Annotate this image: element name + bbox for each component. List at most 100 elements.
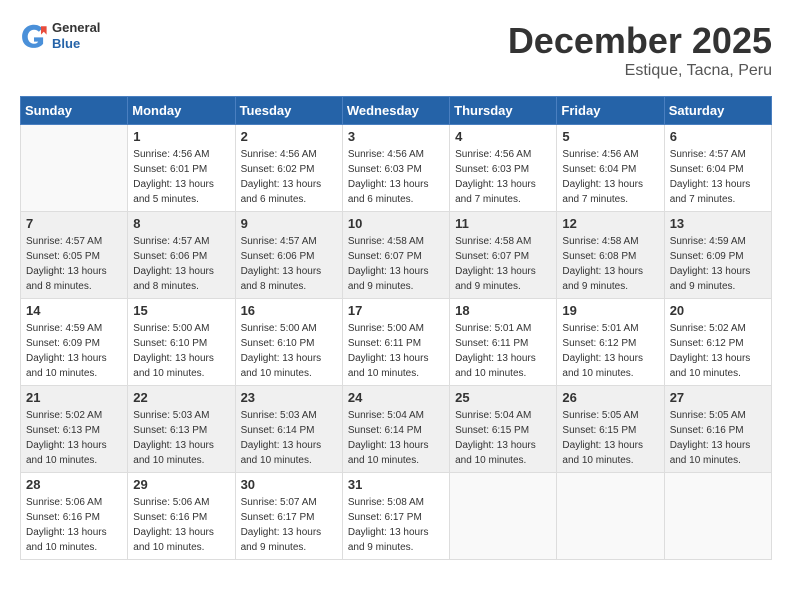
table-row: 12 Sunrise: 4:58 AMSunset: 6:08 PMDayligh… (557, 212, 664, 299)
day-number: 3 (348, 129, 444, 144)
calendar-week-row: 1 Sunrise: 4:56 AMSunset: 6:01 PMDaylight… (21, 125, 772, 212)
table-row: 13 Sunrise: 4:59 AMSunset: 6:09 PMDayligh… (664, 212, 771, 299)
day-info: Sunrise: 5:07 AMSunset: 6:17 PMDaylight:… (241, 495, 337, 555)
day-info: Sunrise: 5:00 AMSunset: 6:11 PMDaylight:… (348, 321, 444, 381)
day-info: Sunrise: 4:57 AMSunset: 6:04 PMDaylight:… (670, 147, 766, 207)
table-row: 4 Sunrise: 4:56 AMSunset: 6:03 PMDaylight… (450, 125, 557, 212)
day-info: Sunrise: 5:04 AMSunset: 6:14 PMDaylight:… (348, 408, 444, 468)
table-row: 23Sunrise: 5:03 AMSunset: 6:14 PMDayligh… (235, 386, 342, 473)
day-info: Sunrise: 4:57 AMSunset: 6:05 PMDaylight:… (26, 234, 122, 294)
day-info: Sunrise: 5:08 AMSunset: 6:17 PMDaylight:… (348, 495, 444, 555)
day-info: Sunrise: 4:57 AMSunset: 6:06 PMDaylight:… (133, 234, 229, 294)
table-row: 30 Sunrise: 5:07 AMSunset: 6:17 PMDayligh… (235, 473, 342, 560)
day-info: Sunrise: 4:56 AMSunset: 6:04 PMDaylight:… (562, 147, 658, 207)
day-number: 21 (26, 390, 122, 405)
day-info: Sunrise: 5:01 AMSunset: 6:12 PMDaylight:… (562, 321, 658, 381)
weekday-header-tuesday: Tuesday (235, 97, 342, 125)
day-info: Sunrise: 5:00 AMSunset: 6:10 PMDaylight:… (241, 321, 337, 381)
calendar-table: SundayMondayTuesdayWednesdayThursdayFrid… (20, 96, 772, 560)
day-number: 15 (133, 303, 229, 318)
weekday-header-sunday: Sunday (21, 97, 128, 125)
table-row: 14 Sunrise: 4:59 AMSunset: 6:09 PMDayligh… (21, 299, 128, 386)
day-number: 18 (455, 303, 551, 318)
table-row: 25 Sunrise: 5:04 AMSunset: 6:15 PMDayligh… (450, 386, 557, 473)
table-row (664, 473, 771, 560)
table-row: 31 Sunrise: 5:08 AMSunset: 6:17 PMDayligh… (342, 473, 449, 560)
day-number: 20 (670, 303, 766, 318)
day-info: Sunrise: 5:03 AMSunset: 6:14 PMDaylight:… (241, 408, 337, 468)
table-row: 10 Sunrise: 4:58 AMSunset: 6:07 PMDayligh… (342, 212, 449, 299)
calendar-week-row: 21 Sunrise: 5:02 AMSunset: 6:13 PMDayligh… (21, 386, 772, 473)
weekday-header-thursday: Thursday (450, 97, 557, 125)
weekday-header-friday: Friday (557, 97, 664, 125)
calendar-week-row: 28 Sunrise: 5:06 AMSunset: 6:16 PMDayligh… (21, 473, 772, 560)
day-info: Sunrise: 4:59 AMSunset: 6:09 PMDaylight:… (26, 321, 122, 381)
day-number: 27 (670, 390, 766, 405)
day-number: 26 (562, 390, 658, 405)
day-info: Sunrise: 5:02 AMSunset: 6:13 PMDaylight:… (26, 408, 122, 468)
table-row: 7 Sunrise: 4:57 AMSunset: 6:05 PMDaylight… (21, 212, 128, 299)
title-block: December 2025 Estique, Tacna, Peru (508, 20, 772, 80)
day-number: 25 (455, 390, 551, 405)
page-header: General Blue December 2025 Estique, Tacn… (20, 20, 772, 80)
day-number: 28 (26, 477, 122, 492)
day-number: 19 (562, 303, 658, 318)
day-number: 2 (241, 129, 337, 144)
day-number: 30 (241, 477, 337, 492)
table-row: 1 Sunrise: 4:56 AMSunset: 6:01 PMDaylight… (128, 125, 235, 212)
table-row: 9 Sunrise: 4:57 AMSunset: 6:06 PMDaylight… (235, 212, 342, 299)
table-row: 26 Sunrise: 5:05 AMSunset: 6:15 PMDayligh… (557, 386, 664, 473)
day-info: Sunrise: 5:00 AMSunset: 6:10 PMDaylight:… (133, 321, 229, 381)
table-row: 8 Sunrise: 4:57 AMSunset: 6:06 PMDaylight… (128, 212, 235, 299)
weekday-header-saturday: Saturday (664, 97, 771, 125)
table-row: 5 Sunrise: 4:56 AMSunset: 6:04 PMDaylight… (557, 125, 664, 212)
table-row: 29Sunrise: 5:06 AMSunset: 6:16 PMDayligh… (128, 473, 235, 560)
day-info: Sunrise: 4:58 AMSunset: 6:07 PMDaylight:… (455, 234, 551, 294)
day-number: 8 (133, 216, 229, 231)
day-number: 31 (348, 477, 444, 492)
table-row: 20 Sunrise: 5:02 AMSunset: 6:12 PMDayligh… (664, 299, 771, 386)
day-info: Sunrise: 4:59 AMSunset: 6:09 PMDaylight:… (670, 234, 766, 294)
day-info: Sunrise: 5:05 AMSunset: 6:15 PMDaylight:… (562, 408, 658, 468)
day-info: Sunrise: 4:56 AMSunset: 6:02 PMDaylight:… (241, 147, 337, 207)
day-number: 9 (241, 216, 337, 231)
table-row: 21 Sunrise: 5:02 AMSunset: 6:13 PMDayligh… (21, 386, 128, 473)
day-info: Sunrise: 5:06 AMSunset: 6:16 PMDaylight:… (26, 495, 122, 555)
table-row (450, 473, 557, 560)
table-row: 3 Sunrise: 4:56 AMSunset: 6:03 PMDaylight… (342, 125, 449, 212)
day-number: 4 (455, 129, 551, 144)
day-info: Sunrise: 5:06 AMSunset: 6:16 PMDaylight:… (133, 495, 229, 555)
day-number: 11 (455, 216, 551, 231)
weekday-header-wednesday: Wednesday (342, 97, 449, 125)
day-number: 14 (26, 303, 122, 318)
day-info: Sunrise: 4:56 AMSunset: 6:03 PMDaylight:… (348, 147, 444, 207)
day-number: 10 (348, 216, 444, 231)
day-number: 13 (670, 216, 766, 231)
table-row (21, 125, 128, 212)
table-row: 19 Sunrise: 5:01 AMSunset: 6:12 PMDayligh… (557, 299, 664, 386)
day-info: Sunrise: 4:58 AMSunset: 6:07 PMDaylight:… (348, 234, 444, 294)
day-number: 6 (670, 129, 766, 144)
day-number: 12 (562, 216, 658, 231)
day-number: 1 (133, 129, 229, 144)
table-row: 15 Sunrise: 5:00 AMSunset: 6:10 PMDayligh… (128, 299, 235, 386)
day-number: 7 (26, 216, 122, 231)
day-info: Sunrise: 5:01 AMSunset: 6:11 PMDaylight:… (455, 321, 551, 381)
day-info: Sunrise: 5:04 AMSunset: 6:15 PMDaylight:… (455, 408, 551, 468)
day-number: 5 (562, 129, 658, 144)
day-info: Sunrise: 5:02 AMSunset: 6:12 PMDaylight:… (670, 321, 766, 381)
table-row: 18 Sunrise: 5:01 AMSunset: 6:11 PMDayligh… (450, 299, 557, 386)
day-info: Sunrise: 4:58 AMSunset: 6:08 PMDaylight:… (562, 234, 658, 294)
logo-icon (20, 22, 48, 50)
day-info: Sunrise: 5:05 AMSunset: 6:16 PMDaylight:… (670, 408, 766, 468)
table-row: 6 Sunrise: 4:57 AMSunset: 6:04 PMDaylight… (664, 125, 771, 212)
table-row: 28 Sunrise: 5:06 AMSunset: 6:16 PMDayligh… (21, 473, 128, 560)
day-info: Sunrise: 4:56 AMSunset: 6:03 PMDaylight:… (455, 147, 551, 207)
day-info: Sunrise: 4:57 AMSunset: 6:06 PMDaylight:… (241, 234, 337, 294)
calendar-header-row: SundayMondayTuesdayWednesdayThursdayFrid… (21, 97, 772, 125)
day-number: 16 (241, 303, 337, 318)
table-row: 2 Sunrise: 4:56 AMSunset: 6:02 PMDaylight… (235, 125, 342, 212)
day-info: Sunrise: 4:56 AMSunset: 6:01 PMDaylight:… (133, 147, 229, 207)
weekday-header-monday: Monday (128, 97, 235, 125)
table-row: 24Sunrise: 5:04 AMSunset: 6:14 PMDayligh… (342, 386, 449, 473)
